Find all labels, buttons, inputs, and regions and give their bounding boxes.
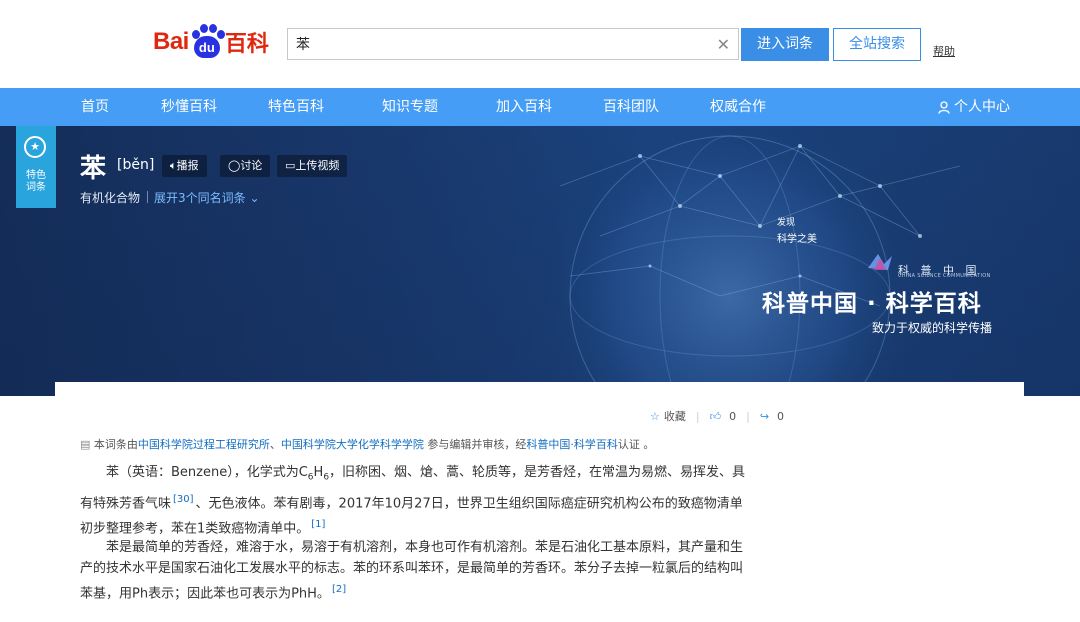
kepu-logo-icon	[868, 254, 892, 270]
logo-du-text: du	[193, 36, 220, 58]
nav-item-team[interactable]: 百科团队	[603, 88, 659, 126]
discover-text: 发现	[777, 218, 796, 228]
nav-item-cooperation[interactable]: 权威合作	[710, 88, 766, 126]
site-search-button[interactable]: 全站搜索	[833, 28, 921, 61]
nav-item-miaodong[interactable]: 秒懂百科	[161, 88, 217, 126]
user-center-label: 个人中心	[954, 99, 1010, 115]
ribbon-label-line2: 词条	[26, 182, 46, 193]
audit-suffix: 认证 。	[617, 438, 655, 451]
audit-org-link-2[interactable]: 中国科学院大学化学科学学院	[281, 438, 424, 451]
share-count: 0	[777, 409, 785, 423]
reference-link-1[interactable]: [1]	[311, 519, 325, 530]
entry-category: 有机化合物	[80, 191, 141, 205]
help-link[interactable]: 帮助	[933, 43, 955, 59]
audit-prefix: 本词条由	[93, 438, 138, 451]
discuss-label: 讨论	[240, 159, 263, 172]
play-audio-label: 播报	[176, 159, 199, 172]
expand-homonyms-link[interactable]: 展开3个同名词条 ⌄	[154, 189, 260, 206]
upload-video-label: 上传视频	[295, 159, 340, 172]
search-box: ✕	[287, 28, 739, 60]
reference-link-2[interactable]: [2]	[332, 584, 346, 595]
main-nav: 首页 秒懂百科 特色百科 知识专题 加入百科 百科团队 权威合作 个人中心	[0, 88, 1080, 126]
nav-item-featured[interactable]: 特色百科	[268, 88, 324, 126]
entry-actions: ☆ 收藏 | 👍︎ 0 | ↪ 0	[650, 408, 785, 424]
kepu-logo-english: CHINA SCIENCE COMMUNICATION	[898, 273, 991, 279]
discuss-button[interactable]: ◯讨论	[220, 155, 271, 177]
clear-icon[interactable]: ✕	[717, 35, 730, 54]
top-header: Bai du 百科 ✕ 进入词条 全站搜索 帮助	[0, 0, 1080, 88]
speaker-icon: 🔈︎	[170, 159, 177, 172]
thumbs-up-icon[interactable]: 👍︎	[710, 410, 722, 423]
play-audio-button[interactable]: 🔈︎播报	[162, 155, 207, 177]
reference-link-30[interactable]: [30]	[173, 494, 194, 505]
nav-item-join[interactable]: 加入百科	[496, 88, 552, 126]
summary-paragraph-2: 苯是最简单的芳香烃，难溶于水，易溶于有机溶剂，本身也可作有机溶剂。苯是石油化工基…	[80, 537, 752, 604]
audit-notice: ▤ 本词条由中国科学院过程工程研究所、中国科学院大学化学科学学院 参与编辑并审核…	[80, 436, 654, 452]
ribbon-label-line1: 特色	[26, 170, 46, 181]
collect-label[interactable]: 收藏	[664, 408, 686, 424]
p1-text-a: 苯（英语：Benzene），化学式为C	[106, 465, 308, 480]
upload-video-button[interactable]: ▭上传视频	[277, 155, 348, 177]
featured-entry-ribbon[interactable]: ★ 特色 词条	[16, 126, 56, 208]
star-icon: ★	[24, 136, 46, 158]
banner-slogan: 致力于权威的科学传播	[872, 321, 993, 335]
video-icon: ▭	[285, 159, 296, 172]
ribbon-label: 特色 词条	[16, 170, 56, 194]
audit-comma: 、	[269, 438, 281, 451]
share-icon[interactable]: ↪	[760, 410, 769, 423]
like-count: 0	[729, 409, 737, 423]
chevron-down-icon: ⌄	[249, 191, 260, 205]
category-divider	[147, 191, 148, 203]
user-center-link[interactable]: 个人中心	[938, 88, 1010, 126]
science-beauty-text: 科学之美	[777, 234, 817, 245]
logo-baike-text: 百科	[224, 32, 269, 57]
search-input[interactable]	[288, 29, 696, 59]
logo-bai-text: Bai	[153, 28, 189, 55]
paw-icon: du	[190, 24, 225, 60]
entry-title: 苯	[80, 154, 107, 184]
audit-cert-link[interactable]: 科普中国·科学百科	[526, 438, 618, 451]
chat-bubble-icon: ◯	[228, 159, 241, 172]
p2-text: 苯是最简单的芳香烃，难溶于水，易溶于有机溶剂，本身也可作有机溶剂。苯是石油化工基…	[80, 540, 744, 602]
star-outline-icon[interactable]: ☆	[650, 410, 660, 423]
nav-item-topics[interactable]: 知识专题	[382, 88, 438, 126]
baidu-baike-logo[interactable]: Bai du 百科	[153, 22, 269, 62]
banner-title: 科普中国 · 科学百科	[762, 291, 982, 317]
entry-pinyin: [běn]	[117, 157, 155, 173]
audit-middle: 参与编辑并审核，经	[423, 438, 527, 451]
expand-homonyms-label: 展开3个同名词条	[154, 191, 246, 205]
user-icon	[938, 100, 950, 114]
audit-org-link-1[interactable]: 中国科学院过程工程研究所	[138, 438, 270, 451]
document-icon: ▤	[80, 438, 91, 451]
p1-text-b: H	[313, 465, 324, 480]
summary-paragraph-1: 苯（英语：Benzene），化学式为C6H6，旧称困、烟、熗、蒿、轮质等，是芳香…	[80, 462, 752, 539]
enter-entry-button[interactable]: 进入词条	[741, 28, 829, 61]
nav-item-home[interactable]: 首页	[81, 88, 109, 126]
